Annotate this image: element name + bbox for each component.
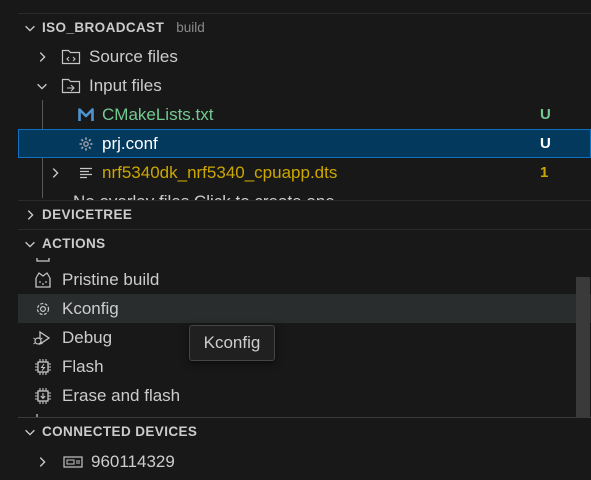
device-label: 960114329 [91,451,175,471]
action-label: Kconfig [62,298,119,318]
folder-icon [60,77,82,95]
tree-item-overlay[interactable]: No overlay files Click to create one [18,187,591,201]
actions-scrollbar-thumb[interactable] [576,277,590,417]
action-label: Flash [62,356,104,376]
action-debug[interactable]: Debug [18,323,591,352]
chevron-down-icon [35,79,49,93]
tree-item-prj-conf[interactable]: prj.conf U [18,129,591,158]
chevron-down-icon [18,21,42,35]
section-title: CONNECTED DEVICES [42,424,198,439]
git-status-badge: U [540,135,551,152]
tree-item-label: CMakeLists.txt [102,104,214,124]
tree-item-label: nrf5340dk_nrf5340_cpuapp.dts [102,162,338,182]
lines-icon [78,167,94,179]
workspace-title: ISO_BROADCAST [42,20,165,35]
cmake-m-icon [78,107,94,122]
connected-devices-header[interactable]: CONNECTED DEVICES [18,417,591,445]
action-flash[interactable]: Flash [18,352,591,381]
problem-count-badge: 1 [540,164,549,181]
gear-icon [78,136,94,152]
chevron-down-icon [18,237,42,251]
tree-item-source-files[interactable]: Source files [18,42,591,71]
chevron-right-icon [48,166,62,180]
kconfig-tooltip: Kconfig [189,325,275,361]
action-label: Erase and flash [62,385,181,405]
git-status-badge: U [540,106,551,123]
chevron-down-icon [18,425,42,439]
chevron-right-icon [35,455,49,469]
tree-item-input-files[interactable]: Input files [18,71,591,100]
actions-header[interactable]: ACTIONS [18,229,591,257]
section-title: DEVICETREE [42,207,133,222]
folder-icon [60,48,82,66]
nrf-connect-sidebar: ISO_BROADCAST build Source files Input f… [0,0,591,480]
debug-icon [33,329,53,347]
hidden-action-clip [34,258,54,264]
chevron-right-icon [18,208,42,222]
devicetree-header[interactable]: DEVICETREE [18,200,591,228]
action-label: Debug [62,327,113,347]
overlay-row-clip: No overlay files Click to create one [18,187,591,201]
action-pristine-build[interactable]: Pristine build [18,265,591,294]
chip-icon [33,387,53,405]
board-icon [62,455,84,469]
device-item[interactable]: 960114329 [18,447,591,476]
action-kconfig[interactable]: Kconfig [18,294,591,323]
chevron-right-icon [35,50,49,64]
workspace-description: build [176,20,205,35]
tree-item-label: Input files [89,75,162,95]
sidebar-gutter [0,0,18,480]
build-icon [33,271,53,289]
tree-item-label: prj.conf [102,133,158,153]
workspace-header[interactable]: ISO_BROADCAST build [18,13,591,41]
tree-item-label: No overlay files Click to create one [73,192,335,201]
tree-item-dts[interactable]: nrf5340dk_nrf5340_cpuapp.dts 1 [18,158,591,187]
action-erase-and-flash[interactable]: Erase and flash [18,381,591,410]
tree-item-label: Source files [89,46,178,66]
action-label: Pristine build [62,269,160,289]
chip-icon [33,358,53,376]
tree-item-cmakelists[interactable]: CMakeLists.txt U [18,100,591,129]
gear-icon [33,300,53,318]
section-title: ACTIONS [42,236,106,251]
